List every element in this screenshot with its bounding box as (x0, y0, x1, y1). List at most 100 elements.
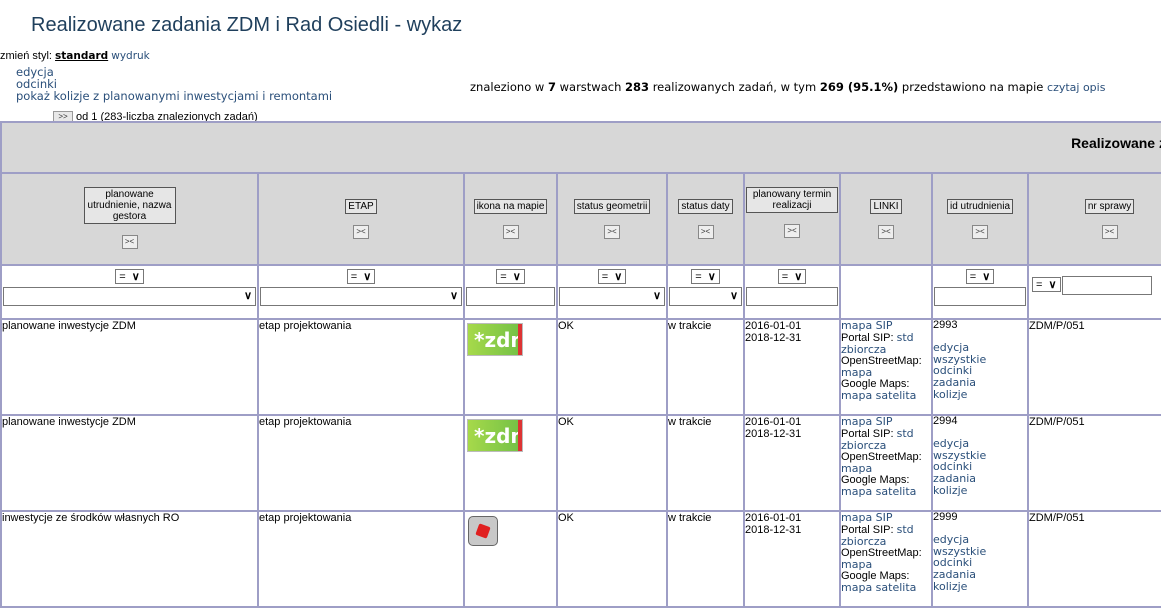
collapse-icon[interactable]: >< (697, 225, 714, 239)
filter-input[interactable] (746, 287, 838, 306)
filter-value-select[interactable]: ∨ (260, 287, 462, 306)
cell-links: mapa SIP Portal SIP: std zbiorcza OpenSt… (839, 414, 933, 512)
filter-operator-value: = (119, 271, 126, 283)
satellite-link[interactable]: mapa satelita (841, 485, 916, 498)
std-link[interactable]: std (897, 427, 914, 440)
mapa-sip-link[interactable]: mapa SIP (841, 319, 893, 332)
filter-value-select[interactable]: ∨ (559, 287, 665, 306)
column-header-etap: ETAP >< (257, 172, 465, 266)
collapse-icon[interactable]: >< (972, 225, 988, 239)
collisions-link[interactable]: kolizje (933, 580, 967, 593)
filter-cell: = ∨ ∨ (257, 264, 465, 320)
filter-input[interactable] (466, 287, 555, 306)
filter-cell: = ∨ (1026, 264, 1161, 320)
summary-text: przedstawiono na mapie (898, 80, 1048, 94)
filter-operator-select[interactable]: = ∨ (691, 269, 720, 284)
collapse-icon[interactable]: >< (784, 224, 800, 238)
std-link[interactable]: std (897, 523, 914, 536)
style-print-link[interactable]: wydruk (111, 50, 150, 62)
tasks-table: Realizowane zada planowane utrudnienie, … (0, 121, 1161, 608)
filter-operator-select[interactable]: = ∨ (1032, 277, 1061, 292)
filter-cell: = ∨ (931, 264, 1029, 320)
collisions-link[interactable]: kolizje (933, 388, 967, 401)
filter-cell: = ∨ ∨ (0, 264, 259, 320)
std-link[interactable]: std (897, 331, 914, 344)
column-sort-button[interactable]: planowane utrudnienie, nazwa gestora (83, 187, 176, 224)
filter-operator-select[interactable]: = ∨ (496, 269, 525, 284)
column-sort-button[interactable]: status daty (678, 199, 733, 214)
column-sort-button[interactable]: status geometrii (573, 199, 651, 214)
filter-operator-value: = (781, 271, 789, 283)
filter-value-select[interactable]: ∨ (669, 287, 742, 306)
filter-operator-value: = (500, 271, 507, 283)
column-sort-button[interactable]: planowany termin realizacji (746, 187, 838, 213)
collapse-icon[interactable]: >< (502, 225, 519, 239)
cell-term: 2016-01-01 2018-12-31 (743, 318, 841, 416)
term-from: 2016-01-01 (745, 416, 802, 428)
filter-input[interactable] (1061, 276, 1152, 295)
column-sort-button[interactable]: LINKI (870, 199, 902, 214)
all-segments-link[interactable]: wszystkie odcinki (933, 354, 993, 376)
filter-operator-select[interactable]: = ∨ (597, 269, 627, 284)
chevron-down-icon: ∨ (982, 271, 991, 283)
mapa-sip-link[interactable]: mapa SIP (841, 415, 893, 428)
collisions-link[interactable]: kolizje (933, 484, 967, 497)
read-description-link[interactable]: czytaj opis (1047, 81, 1105, 94)
all-segments-link[interactable]: wszystkie odcinki (933, 450, 993, 472)
table-band: Realizowane zada (0, 121, 1161, 174)
collapse-icon[interactable]: >< (604, 225, 620, 239)
filter-operator-select[interactable]: = ∨ (777, 269, 807, 284)
style-switcher: zmień styl: standard wydruk (0, 50, 150, 62)
column-sort-button[interactable]: ETAP (345, 199, 377, 214)
summary-text: warstwach (555, 80, 626, 94)
cell-date-status: w trakcie (666, 414, 745, 512)
cell-etap: etap projektowania (257, 510, 465, 608)
filter-operator-select[interactable]: = ∨ (346, 269, 376, 284)
collapse-icon[interactable]: >< (878, 225, 894, 239)
style-standard-link[interactable]: standard (55, 50, 108, 62)
filter-value-select[interactable]: ∨ (3, 287, 256, 306)
cell-term: 2016-01-01 2018-12-31 (743, 510, 841, 608)
id-value: 2994 (933, 415, 958, 427)
chevron-down-icon: ∨ (729, 290, 738, 302)
filter-operator-select[interactable]: = ∨ (965, 269, 995, 284)
cell-geometry: OK (556, 510, 668, 608)
id-value: 2999 (933, 511, 958, 523)
column-sort-button[interactable]: ikona na mapie (473, 199, 548, 214)
cell-etap: etap projektowania (257, 318, 465, 416)
filter-cell: = ∨ ∨ (556, 264, 668, 320)
chevron-down-icon: ∨ (1048, 279, 1057, 291)
summary-text: znaleziono w (470, 80, 548, 94)
cell-icon: *zdm (463, 318, 558, 416)
chevron-down-icon: ∨ (449, 290, 458, 302)
summary-text: realizowanych zadań, w tym (649, 80, 820, 94)
cell-id: 2999 edycja wszystkie odcinki zadania ko… (931, 510, 1029, 608)
filter-cell: = ∨ (463, 264, 558, 320)
page-title: Realizowane zadania ZDM i Rad Osiedli - … (31, 14, 463, 36)
zdm-logo-icon[interactable]: *zdm (467, 419, 523, 452)
shown-percent: (95.1%) (843, 80, 899, 94)
column-sort-button[interactable]: id utrudnienia (946, 199, 1014, 214)
satellite-link[interactable]: mapa satelita (841, 581, 916, 594)
filter-operator-value: = (969, 271, 977, 283)
collapse-icon[interactable]: >< (353, 225, 369, 239)
layers-count: 7 (547, 80, 556, 94)
zdm-logo-icon[interactable]: *zdm (467, 323, 523, 356)
column-header-icon: ikona na mapie >< (463, 172, 558, 266)
filter-cell: = ∨ (743, 264, 841, 320)
column-sort-button[interactable]: nr sprawy (1084, 199, 1135, 214)
mapa-sip-link[interactable]: mapa SIP (841, 511, 893, 524)
edit-link[interactable]: edycja (16, 66, 332, 78)
filter-input[interactable] (934, 287, 1026, 306)
chevron-down-icon: ∨ (243, 290, 252, 302)
filter-operator-select[interactable]: = ∨ (115, 269, 144, 284)
satellite-link[interactable]: mapa satelita (841, 389, 916, 402)
collapse-icon[interactable]: >< (1101, 225, 1118, 239)
filter-cell-empty (839, 264, 933, 320)
all-segments-link[interactable]: wszystkie odcinki (933, 546, 993, 568)
collapse-icon[interactable]: >< (121, 235, 138, 249)
ro-cube-icon[interactable] (468, 516, 498, 546)
header-row: planowane utrudnienie, nazwa gestora >< E… (0, 172, 1161, 266)
collisions-link[interactable]: pokaż kolizje z planowanymi inwestycjami… (16, 90, 332, 102)
cell-id: 2994 edycja wszystkie odcinki zadania ko… (931, 414, 1029, 512)
